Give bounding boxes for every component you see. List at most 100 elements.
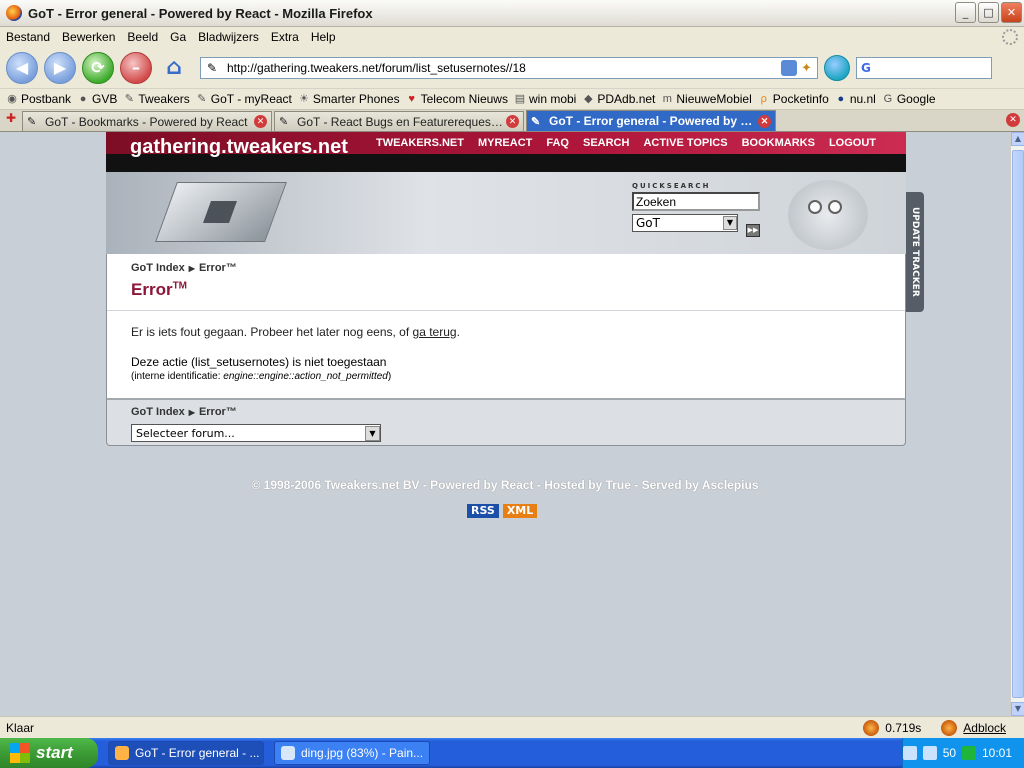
- stop-button[interactable]: –: [120, 51, 152, 84]
- tab-bookmarks[interactable]: ✎ GoT - Bookmarks - Powered by React ✕: [22, 111, 272, 131]
- tray-battery-icon[interactable]: [962, 746, 976, 760]
- firefox-status-icon[interactable]: [941, 719, 958, 736]
- reload-button[interactable]: ⟳: [82, 51, 114, 84]
- breadcrumb-got-index[interactable]: GoT Index: [131, 262, 185, 274]
- back-button[interactable]: ◀: [6, 51, 38, 84]
- chevron-down-icon: ▼: [723, 216, 737, 230]
- nav-search[interactable]: SEARCH: [583, 137, 629, 149]
- quicksearch-input[interactable]: [632, 192, 760, 211]
- search-input[interactable]: G: [856, 56, 992, 79]
- tab-close-icon[interactable]: ✕: [758, 114, 771, 128]
- site-navigation: gathering.tweakers.net TWEAKERS.NET MYRE…: [106, 132, 906, 158]
- winmobi-icon: ▤: [514, 93, 526, 105]
- tab-react-bugs[interactable]: ✎ GoT - React Bugs en Featurerequests - …: [274, 111, 524, 131]
- taskbar-item-paint[interactable]: ding.jpg (83%) - Pain...: [274, 741, 430, 765]
- menu-bestand[interactable]: Bestand: [0, 30, 56, 44]
- bookmarks-toolbar: ◉ Postbank ● GVB ✎ Tweakers ✎ GoT - myReact …: [0, 89, 1024, 110]
- firefox-icon: [115, 746, 129, 760]
- menu-ga[interactable]: Ga: [164, 30, 192, 44]
- menu-help[interactable]: Help: [305, 30, 342, 44]
- start-button[interactable]: start: [0, 738, 98, 768]
- scroll-up-icon[interactable]: ▲: [1011, 132, 1024, 146]
- vertical-scrollbar[interactable]: ▲ ▼: [1010, 132, 1024, 716]
- pocketinfo-icon: ρ: [760, 93, 767, 105]
- nav-myreact[interactable]: MYREACT: [478, 137, 532, 149]
- taskbar-item-firefox[interactable]: GoT - Error general - ...: [108, 741, 264, 765]
- navigation-toolbar: ◀ ▶ ⟳ – ⌂ ✎ http://gathering.tweakers.ne…: [0, 47, 1024, 89]
- bookmark-postbank[interactable]: ◉ Postbank: [6, 92, 71, 106]
- window-titlebar[interactable]: GoT - Error general - Powered by React -…: [0, 0, 1024, 27]
- bookmark-tweakers[interactable]: ✎ Tweakers: [123, 92, 190, 106]
- go-back-link[interactable]: ga terug: [413, 325, 457, 339]
- quicksearch-select[interactable]: GoT ▼: [632, 214, 738, 232]
- bookmark-pdadb[interactable]: ◆ PDAdb.net: [582, 92, 655, 106]
- url-bar[interactable]: ✎ http://gathering.tweakers.net/forum/li…: [200, 56, 818, 79]
- bookmark-nunl[interactable]: ● nu.nl: [835, 92, 875, 106]
- paint-icon: [281, 746, 295, 760]
- tab-error-general[interactable]: ✎ GoT - Error general - Powered by Re...…: [526, 110, 776, 131]
- feed-alert-icon[interactable]: ✦: [801, 60, 813, 76]
- minimize-button[interactable]: _: [955, 2, 976, 23]
- gvb-icon: ●: [79, 93, 87, 105]
- bookmark-smarter-phones[interactable]: ☀ Smarter Phones: [298, 92, 400, 106]
- google-icon: G: [883, 93, 893, 105]
- close-button[interactable]: ✕: [1001, 2, 1022, 23]
- nav-active-topics[interactable]: ACTIVE TOPICS: [643, 137, 727, 149]
- menu-bladwijzers[interactable]: Bladwijzers: [192, 30, 265, 44]
- tray-arrow-icon[interactable]: [902, 746, 917, 760]
- xml-badge[interactable]: XML: [502, 504, 538, 518]
- menu-beeld[interactable]: Beeld: [121, 30, 164, 44]
- tab-favicon-icon: ✎: [27, 116, 37, 128]
- bookmark-gvb[interactable]: ● GVB: [77, 92, 118, 106]
- bookmark-got-myreact[interactable]: ✎ GoT - myReact: [196, 92, 292, 106]
- home-button[interactable]: ⌂: [158, 52, 190, 84]
- quicksearch-go-button[interactable]: ▶▶: [746, 224, 760, 237]
- quicksearch: QUICKSEARCH GoT▼ ▶▶: [632, 182, 782, 237]
- scroll-down-icon[interactable]: ▼: [1011, 702, 1024, 716]
- nunl-icon: ●: [837, 93, 845, 105]
- go-button[interactable]: [824, 54, 850, 81]
- nav-tweakers[interactable]: TWEAKERS.NET: [376, 137, 464, 149]
- bookmark-telecom-nieuws[interactable]: ♥ Telecom Nieuws: [406, 92, 508, 106]
- maximize-button[interactable]: □: [978, 2, 999, 23]
- menu-bewerken[interactable]: Bewerken: [56, 30, 121, 44]
- new-tab-icon[interactable]: ✚: [2, 111, 20, 129]
- nav-logout[interactable]: LOGOUT: [829, 137, 876, 149]
- firebug-icon[interactable]: [863, 719, 880, 736]
- rss-feed-icon[interactable]: [781, 59, 797, 76]
- breadcrumb-got-index[interactable]: GoT Index: [131, 406, 185, 418]
- tray-number[interactable]: 50: [943, 746, 956, 760]
- bookmark-pocketinfo[interactable]: ρ Pocketinfo: [758, 92, 829, 106]
- nav-faq[interactable]: FAQ: [546, 137, 569, 149]
- menu-extra[interactable]: Extra: [265, 30, 305, 44]
- main-content: GoT Index ▶ Error™ ErrorTM Er is iets fout…: [106, 254, 906, 398]
- breadcrumb-error: Error™: [198, 262, 237, 274]
- nieuwemobiel-icon: m: [662, 93, 672, 105]
- adblock-button[interactable]: Adblock: [963, 721, 1006, 735]
- firefox-icon: [6, 5, 22, 21]
- update-tracker-tab[interactable]: UPDATE TRACKER: [906, 192, 924, 312]
- tab-close-icon[interactable]: ✕: [506, 115, 519, 128]
- tray-network-icon[interactable]: [922, 746, 937, 760]
- throbber-icon: [1002, 29, 1018, 45]
- site-banner: QUICKSEARCH GoT▼ ▶▶: [106, 172, 906, 254]
- search-engine-icon[interactable]: G: [861, 61, 871, 75]
- bookmark-google[interactable]: G Google: [882, 92, 936, 106]
- scrollbar-thumb[interactable]: [1012, 150, 1024, 698]
- tab-close-icon[interactable]: ✕: [254, 115, 267, 128]
- close-tab-icon[interactable]: ✕: [1006, 113, 1020, 127]
- pdadb-icon: ◆: [584, 93, 593, 105]
- internal-identification-text: (interne identificatie: engine::engine::…: [131, 371, 392, 382]
- forward-button[interactable]: ▶: [44, 51, 76, 84]
- rss-badge[interactable]: RSS: [467, 504, 499, 518]
- chevron-right-icon: ▶: [188, 408, 195, 417]
- nav-bookmarks[interactable]: BOOKMARKS: [742, 137, 815, 149]
- url-text[interactable]: http://gathering.tweakers.net/forum/list…: [227, 61, 781, 75]
- telecom-icon: ♥: [408, 93, 415, 105]
- forum-select[interactable]: Selecteer forum... ▼: [131, 424, 381, 442]
- cpu-socket-image: [155, 182, 287, 242]
- bookmark-win-mobi[interactable]: ▤ win mobi: [514, 92, 577, 106]
- tab-bar: ✚ ✎ GoT - Bookmarks - Powered by React ✕…: [0, 110, 1024, 132]
- bookmark-nieuwemobiel[interactable]: m NieuweMobiel: [661, 92, 752, 106]
- site-logo[interactable]: gathering.tweakers.net: [130, 136, 348, 159]
